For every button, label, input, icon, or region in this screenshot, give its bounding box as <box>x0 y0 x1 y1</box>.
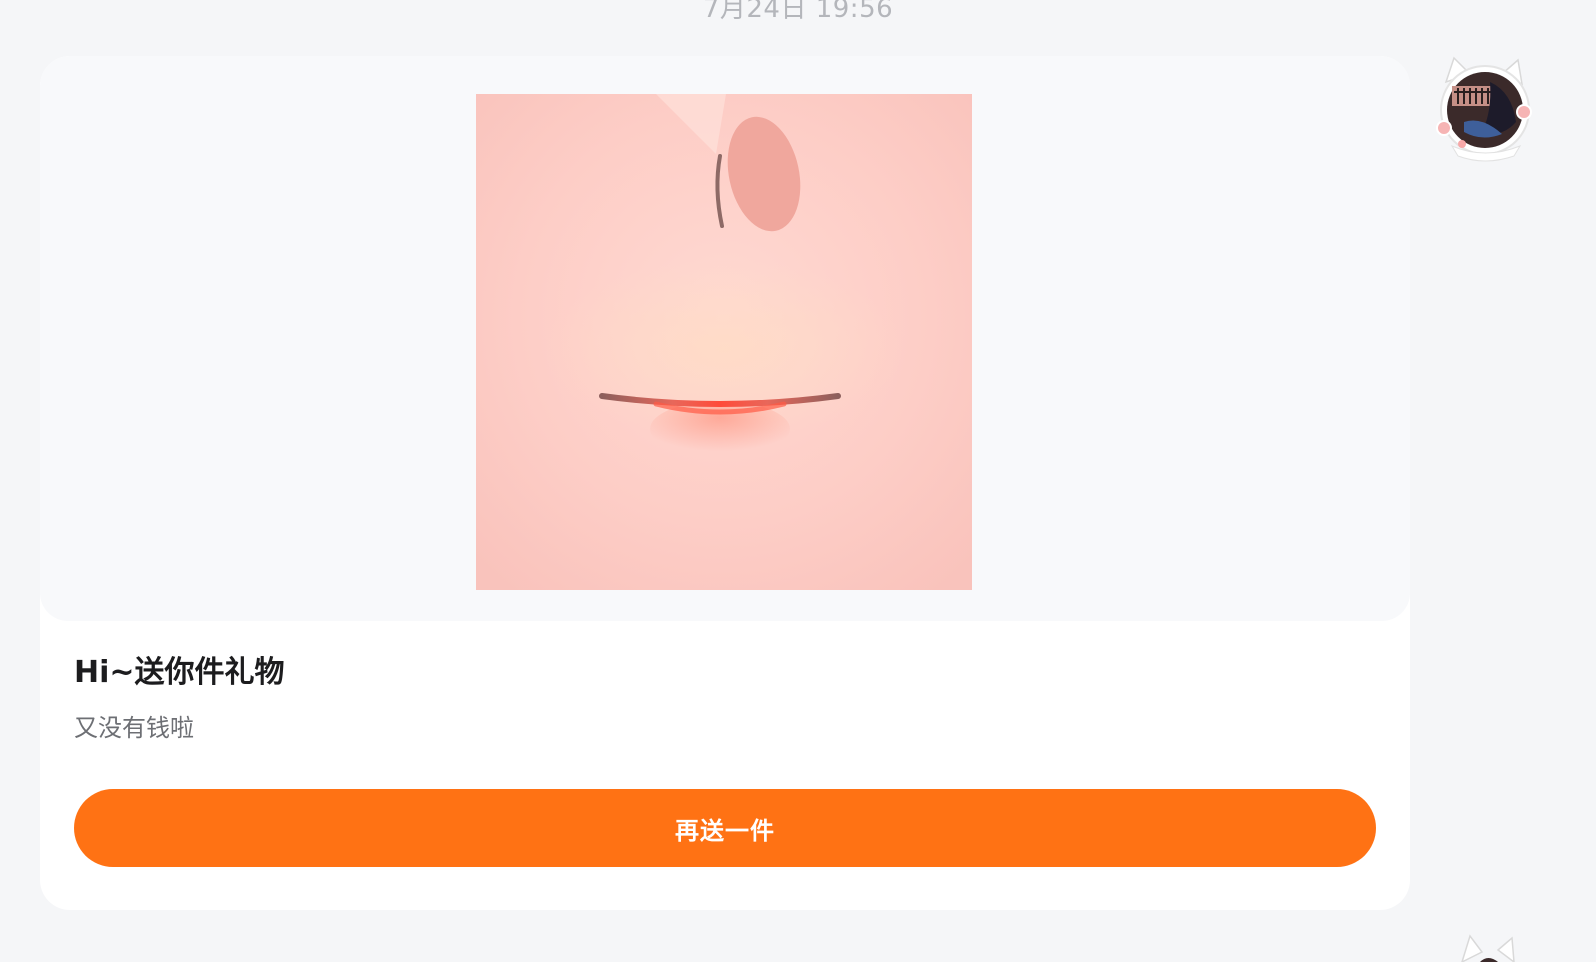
gift-card-title: Hi~送你件礼物 <box>74 655 285 690</box>
send-again-button[interactable]: 再送一件 <box>74 789 1376 867</box>
gift-image-area <box>40 56 1410 621</box>
pink-lips-sticker-icon[interactable] <box>476 94 972 590</box>
gift-card-subtitle: 又没有钱啦 <box>74 714 194 742</box>
cat-ear-frame-avatar-icon[interactable] <box>1432 52 1538 164</box>
message-timestamp: 7月24日 19:56 <box>702 0 894 24</box>
gift-message-card[interactable]: Hi~送你件礼物 又没有钱啦 再送一件 <box>40 56 1410 910</box>
next-avatar-icon <box>1461 934 1515 962</box>
